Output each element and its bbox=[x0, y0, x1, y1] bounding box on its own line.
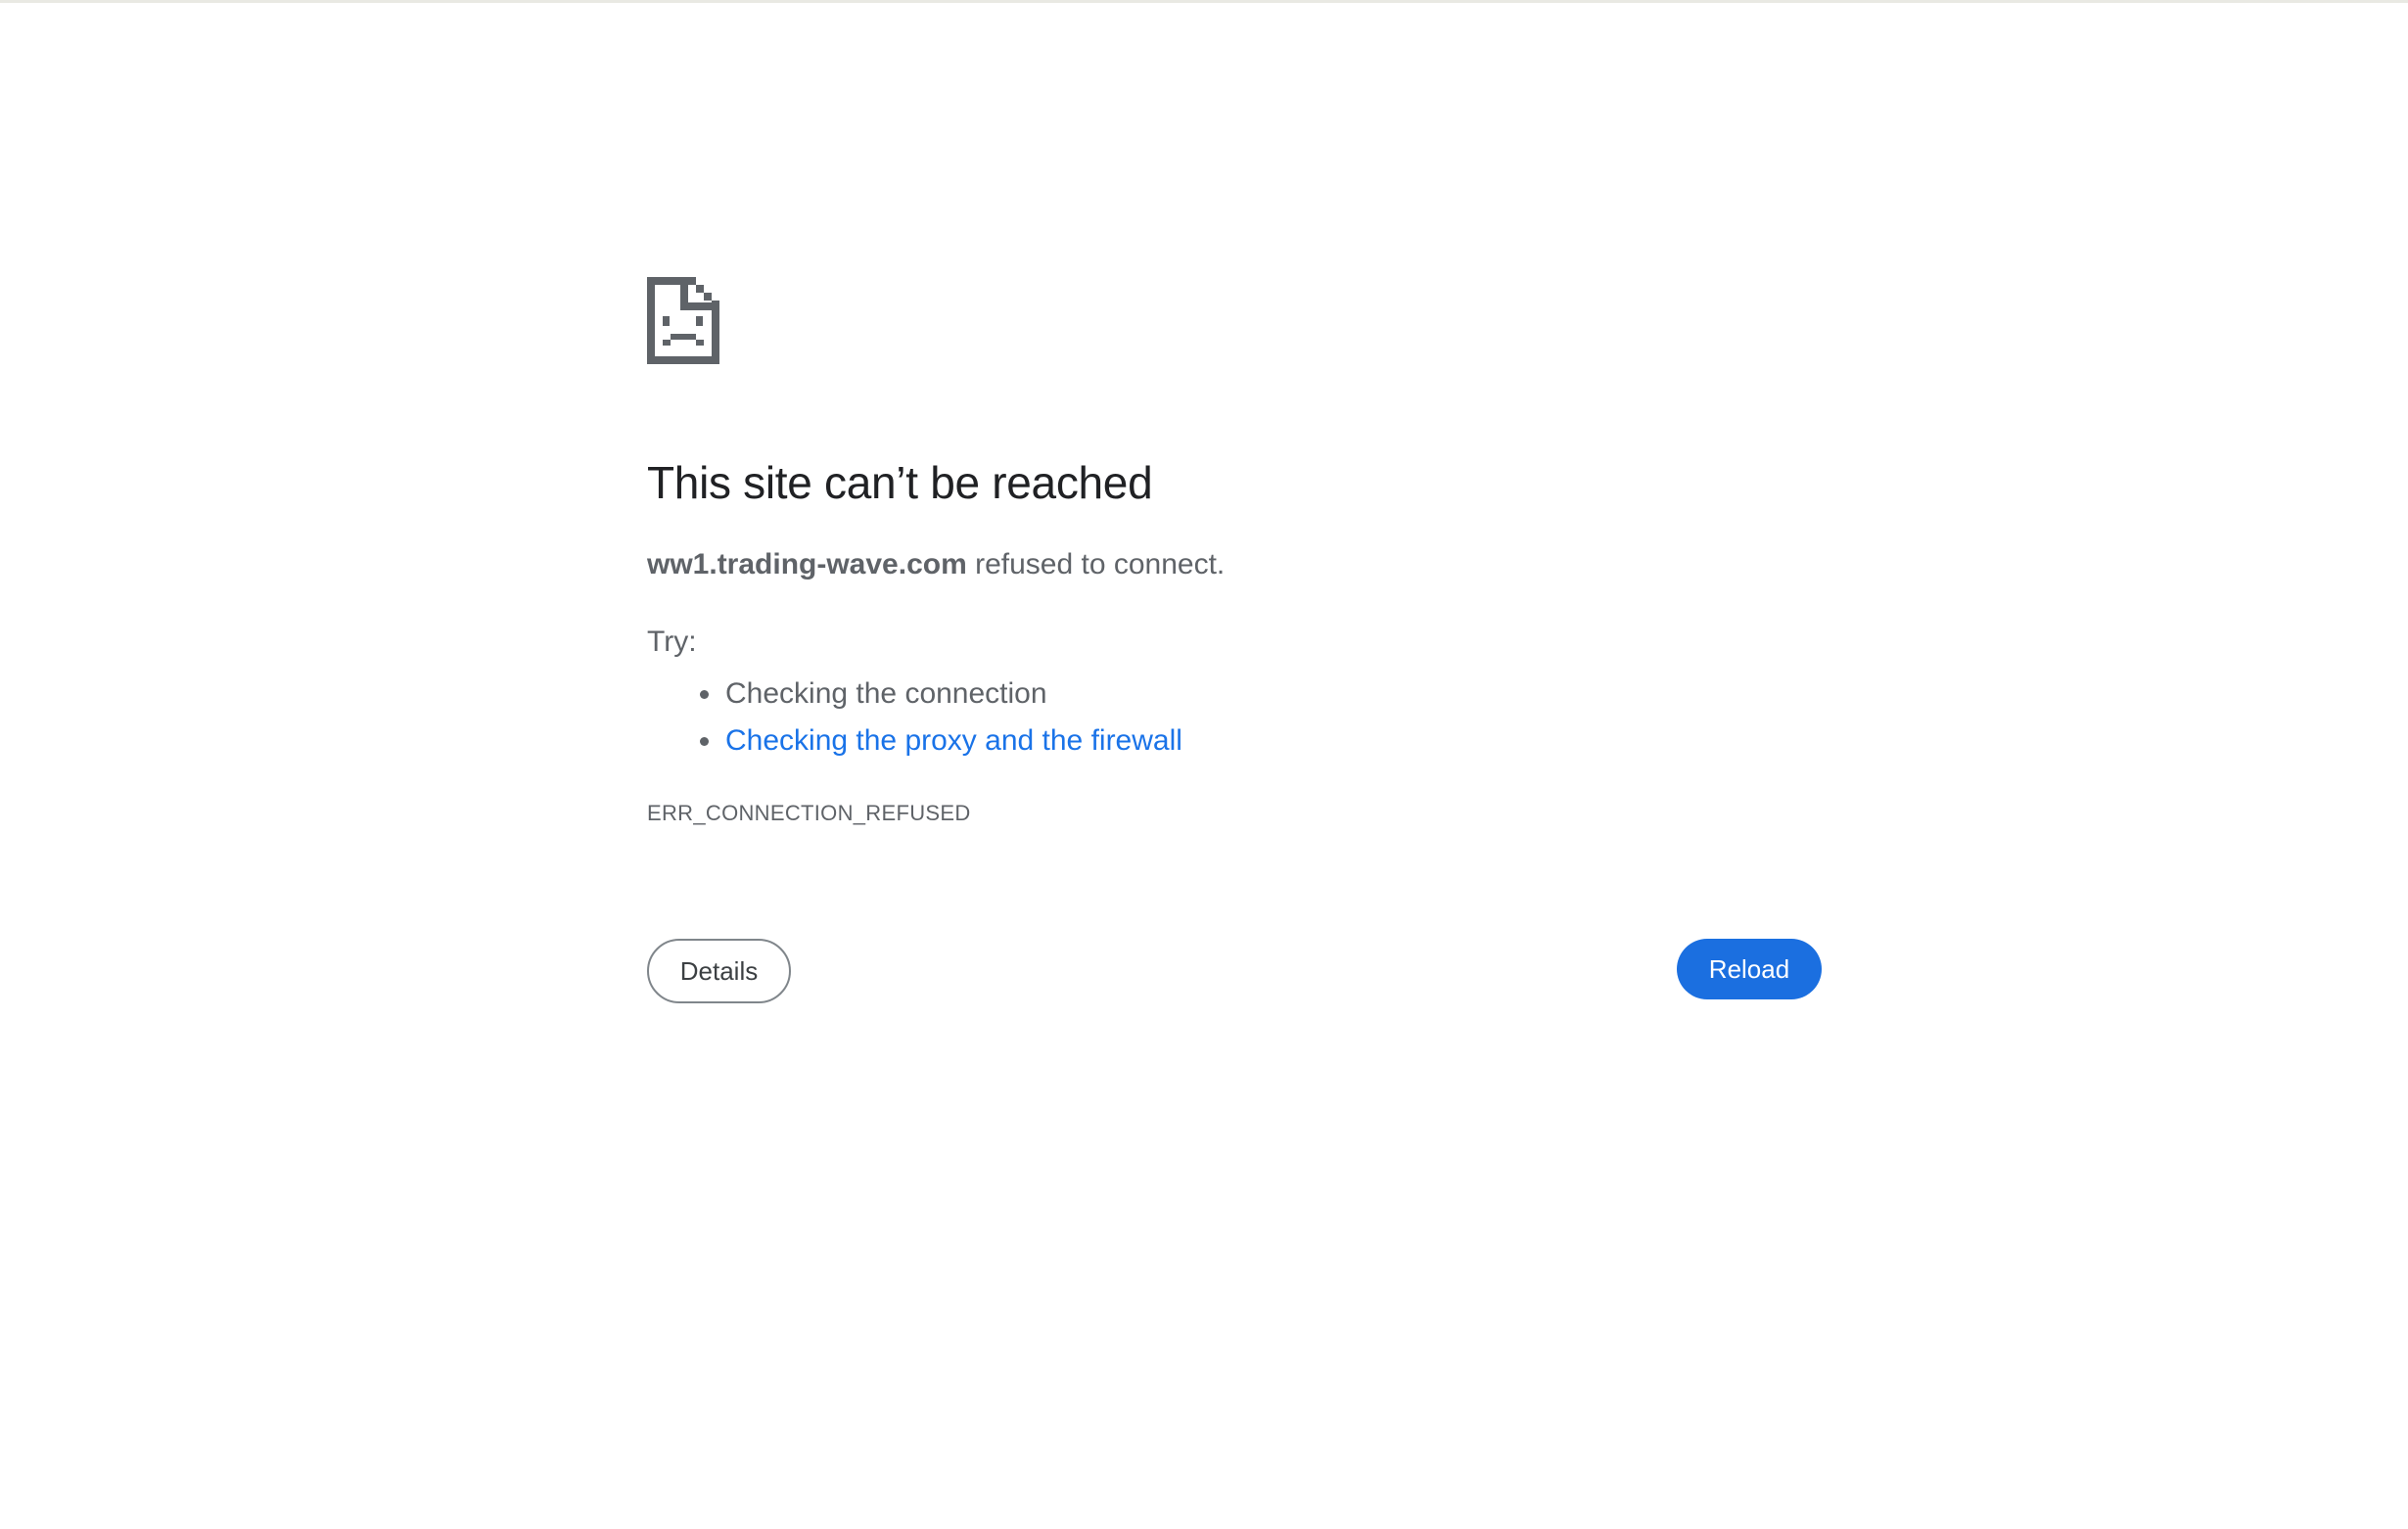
reload-button[interactable]: Reload bbox=[1677, 939, 1822, 999]
error-message: refused to connect. bbox=[966, 548, 1226, 580]
proxy-firewall-link[interactable]: Checking the proxy and the firewall bbox=[725, 724, 1182, 757]
details-button[interactable]: Details bbox=[647, 939, 791, 1003]
sad-page-icon bbox=[647, 277, 719, 364]
error-summary: ww1.trading-wave.com refused to connect. bbox=[647, 548, 1225, 581]
suggestion-item: Checking the proxy and the firewall bbox=[647, 718, 1182, 764]
bullet-icon bbox=[700, 690, 709, 699]
page-title: This site can’t be reached bbox=[647, 457, 1153, 508]
try-label: Try: bbox=[647, 626, 697, 658]
suggestion-item: Checking the connection bbox=[647, 671, 1182, 718]
error-host: ww1.trading-wave.com bbox=[647, 548, 967, 580]
bullet-icon bbox=[700, 737, 709, 746]
error-code: ERR_CONNECTION_REFUSED bbox=[647, 801, 971, 825]
suggestion-text: Checking the connection bbox=[725, 677, 1047, 710]
suggestion-list: Checking the connection Checking the pro… bbox=[647, 671, 1182, 764]
top-border bbox=[0, 0, 2408, 3]
